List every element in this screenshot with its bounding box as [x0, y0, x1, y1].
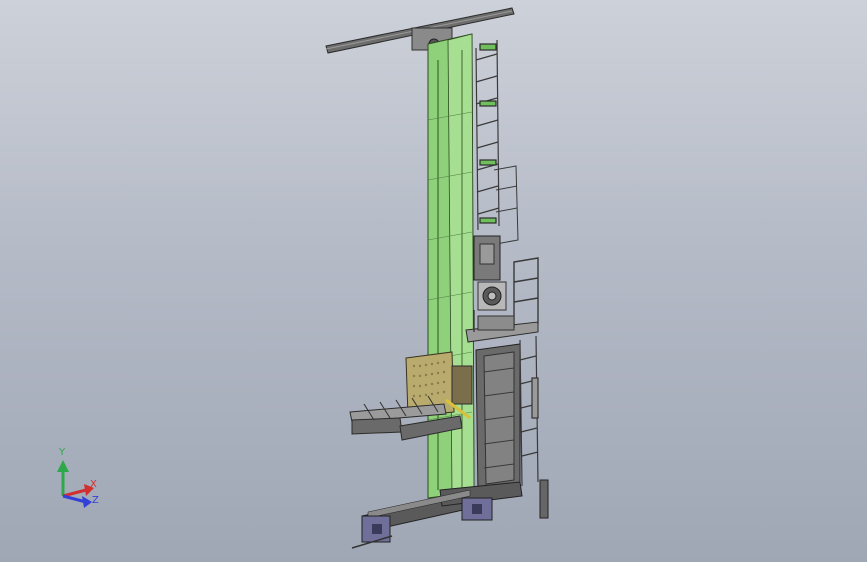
- cad-graphics-viewport[interactable]: Y X Z: [0, 0, 867, 562]
- triad-y-label: Y: [58, 447, 66, 458]
- orientation-triad[interactable]: Y X Z: [0, 0, 867, 562]
- triad-z-axis: [62, 494, 92, 508]
- triad-z-label: Z: [92, 495, 99, 506]
- triad-y-axis: [57, 460, 69, 496]
- triad-x-label: X: [90, 479, 97, 490]
